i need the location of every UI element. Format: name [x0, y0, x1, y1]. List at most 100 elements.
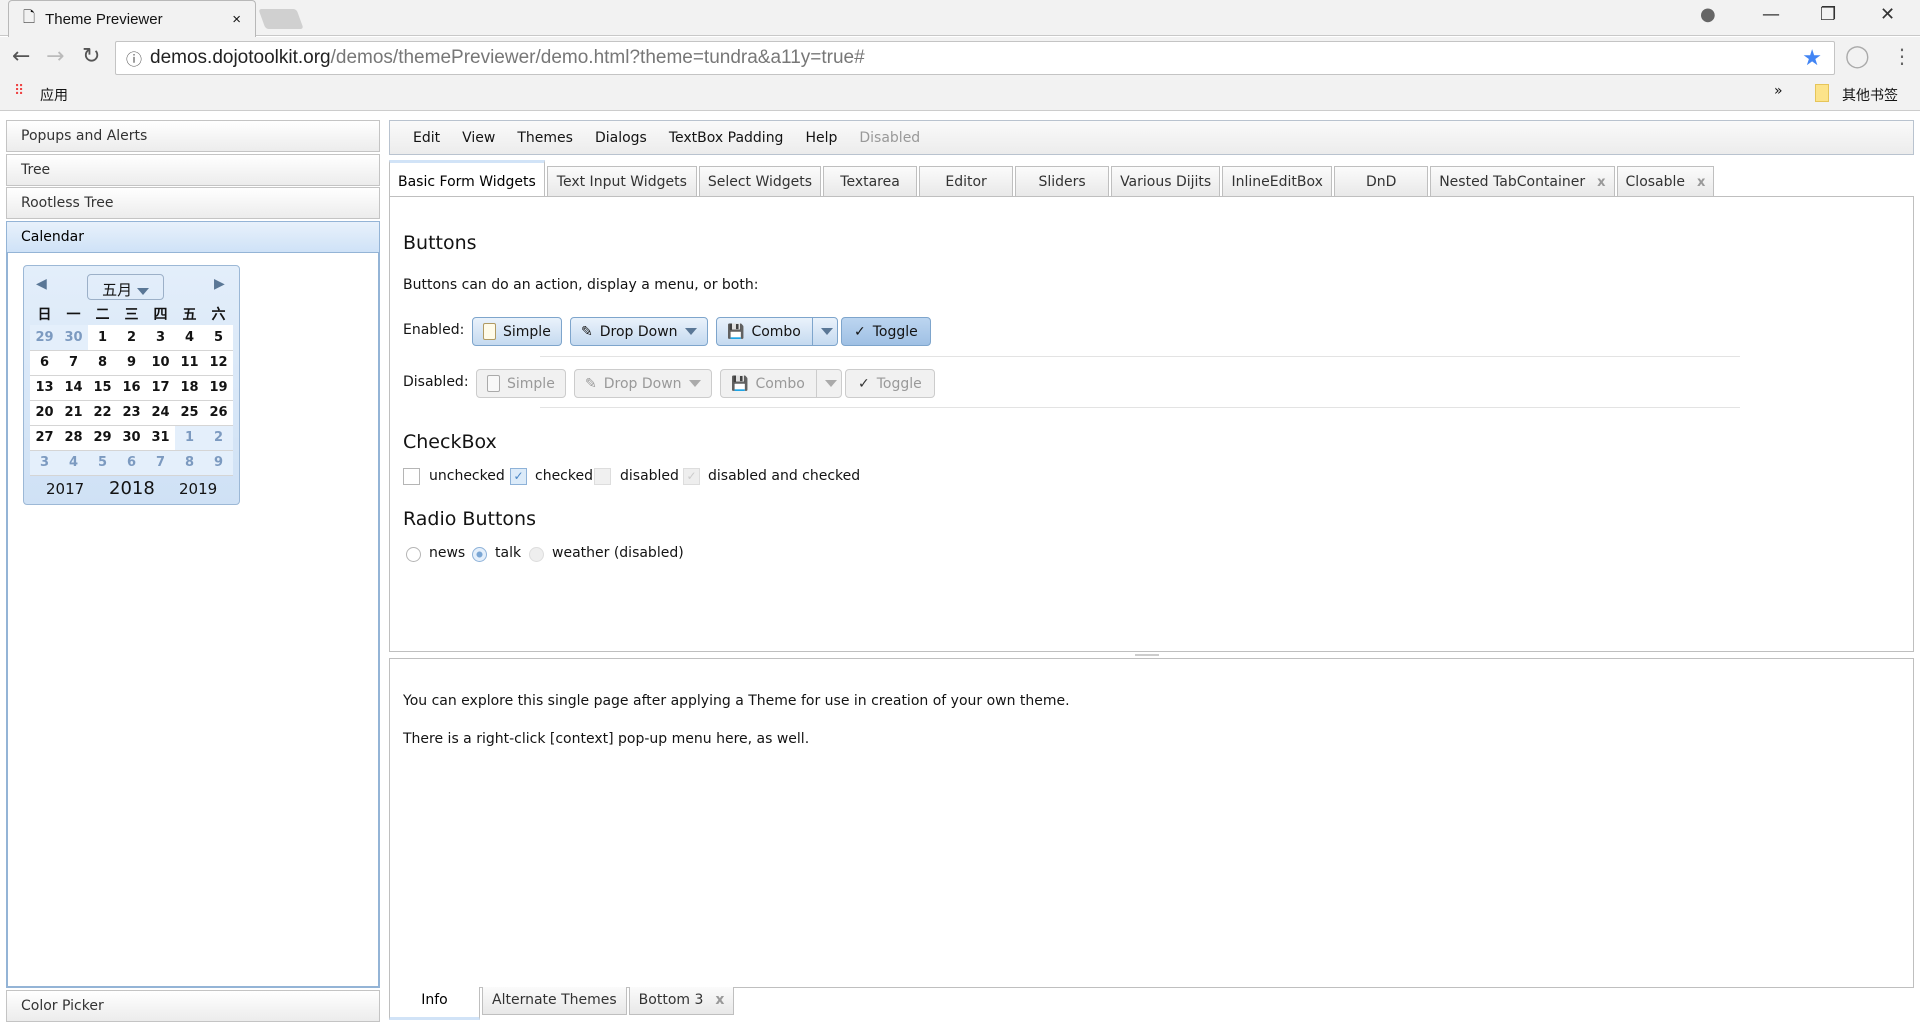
checked-checkbox[interactable]: ✓	[510, 468, 527, 485]
calendar-day[interactable]: 27	[30, 425, 59, 451]
calendar-day[interactable]: 15	[88, 375, 117, 401]
close-icon[interactable]: x	[1597, 175, 1605, 190]
prev-month-icon[interactable]: ◀	[36, 276, 47, 292]
news-radio[interactable]	[406, 547, 421, 562]
tab-textarea[interactable]: Textarea	[823, 166, 918, 197]
calendar-day[interactable]: 30	[117, 425, 146, 451]
restore-icon[interactable]: ❐	[1820, 4, 1836, 25]
calendar-day[interactable]: 9	[204, 450, 233, 476]
back-icon[interactable]: ←	[12, 44, 30, 69]
calendar-day[interactable]: 7	[146, 450, 175, 476]
apps-icon[interactable]: ⠿	[14, 83, 24, 99]
calendar-day[interactable]: 1	[175, 425, 204, 451]
calendar-day[interactable]: 3	[30, 450, 59, 476]
accordion-tree[interactable]: Tree	[6, 154, 380, 186]
accordion-calendar[interactable]: Calendar	[6, 221, 380, 253]
tab-editor[interactable]: Editor	[919, 166, 1014, 197]
accordion-rootless-tree[interactable]: Rootless Tree	[6, 187, 380, 219]
next-year[interactable]: 2019	[179, 480, 217, 498]
calendar-day[interactable]: 3	[146, 325, 175, 351]
menu-textbox-padding[interactable]: TextBox Padding	[658, 130, 795, 146]
profile-icon[interactable]: ●	[1700, 4, 1716, 25]
close-icon[interactable]: x	[715, 992, 724, 1008]
tab-sliders[interactable]: Sliders	[1015, 166, 1110, 197]
next-month-icon[interactable]: ▶	[214, 276, 225, 292]
calendar-day[interactable]: 7	[59, 350, 88, 376]
calendar-day[interactable]: 21	[59, 400, 88, 426]
calendar-day[interactable]: 22	[88, 400, 117, 426]
apps-link[interactable]: 应用	[40, 85, 68, 105]
menu-edit[interactable]: Edit	[402, 130, 451, 146]
tab-various-dijits[interactable]: Various Dijits	[1111, 166, 1221, 197]
calendar-day[interactable]: 11	[175, 350, 204, 376]
calendar-day[interactable]: 6	[117, 450, 146, 476]
calendar-day[interactable]: 12	[204, 350, 233, 376]
calendar-day[interactable]: 14	[59, 375, 88, 401]
calendar-day[interactable]: 8	[175, 450, 204, 476]
calendar-day[interactable]: 28	[59, 425, 88, 451]
calendar-day[interactable]: 13	[30, 375, 59, 401]
close-tab-icon[interactable]: ×	[232, 11, 241, 28]
more-bookmarks[interactable]: »	[1774, 83, 1783, 99]
bottom-tab-alternate-themes[interactable]: Alternate Themes	[482, 987, 627, 1015]
calendar-day[interactable]: 4	[175, 325, 204, 351]
extension-icon[interactable]: ◯	[1845, 44, 1870, 69]
forward-icon[interactable]: →	[46, 44, 64, 69]
calendar-day[interactable]: 20	[30, 400, 59, 426]
calendar-day[interactable]: 17	[146, 375, 175, 401]
calendar-day[interactable]: 6	[30, 350, 59, 376]
tab-basic-form-widgets[interactable]: Basic Form Widgets	[389, 160, 545, 197]
menu-dialogs[interactable]: Dialogs	[584, 130, 658, 146]
close-icon[interactable]: x	[1697, 175, 1705, 190]
bottom-tab-bottom-3[interactable]: Bottom 3 x	[628, 987, 735, 1015]
calendar-day[interactable]: 23	[117, 400, 146, 426]
simple-button[interactable]: Simple	[472, 317, 562, 346]
minimize-icon[interactable]: —	[1762, 4, 1780, 25]
calendar-day[interactable]: 2	[204, 425, 233, 451]
tab-nested-tabcontainer[interactable]: Nested TabContainer x	[1430, 166, 1615, 197]
calendar-day[interactable]: 30	[59, 325, 88, 351]
menu-themes[interactable]: Themes	[506, 130, 584, 146]
tab-inlineeditbox[interactable]: InlineEditBox	[1222, 166, 1333, 197]
calendar-day[interactable]: 26	[204, 400, 233, 426]
calendar-day[interactable]: 5	[88, 450, 117, 476]
accordion-popups[interactable]: Popups and Alerts	[6, 120, 380, 152]
close-window-icon[interactable]: ✕	[1880, 4, 1895, 25]
new-tab-button[interactable]	[258, 9, 304, 29]
calendar-day[interactable]: 29	[88, 425, 117, 451]
menu-icon[interactable]: ⋮	[1892, 44, 1912, 68]
calendar-day[interactable]: 16	[117, 375, 146, 401]
prev-year[interactable]: 2017	[46, 480, 84, 498]
unchecked-checkbox[interactable]	[403, 468, 420, 485]
info-icon[interactable]: ⓘ	[126, 46, 142, 70]
combo-arrow-button[interactable]	[811, 318, 833, 345]
browser-tab[interactable]: 🗋 Theme Previewer ×	[8, 0, 256, 37]
talk-radio[interactable]	[472, 547, 487, 562]
dropdown-button[interactable]: ✎ Drop Down	[570, 317, 708, 346]
calendar-day[interactable]: 31	[146, 425, 175, 451]
calendar-day[interactable]: 2	[117, 325, 146, 351]
tab-select-widgets[interactable]: Select Widgets	[698, 166, 822, 197]
month-dropdown[interactable]: 五月	[87, 274, 164, 300]
toggle-button[interactable]: ✓ Toggle	[841, 317, 931, 346]
calendar-day[interactable]: 19	[204, 375, 233, 401]
calendar-day[interactable]: 4	[59, 450, 88, 476]
combo-button[interactable]: 💾 Combo	[716, 317, 838, 346]
calendar-day[interactable]: 5	[204, 325, 233, 351]
address-bar[interactable]: ⓘ demos.dojotoolkit.org/demos/themePrevi…	[115, 41, 1835, 75]
calendar-day[interactable]: 9	[117, 350, 146, 376]
menu-view[interactable]: View	[451, 130, 506, 146]
accordion-color-picker[interactable]: Color Picker	[6, 990, 380, 1022]
calendar-day[interactable]: 18	[175, 375, 204, 401]
calendar-day[interactable]: 25	[175, 400, 204, 426]
tab-text-input-widgets[interactable]: Text Input Widgets	[546, 166, 697, 197]
calendar-day[interactable]: 10	[146, 350, 175, 376]
calendar-day[interactable]: 8	[88, 350, 117, 376]
reload-icon[interactable]: ↻	[82, 44, 100, 69]
menu-help[interactable]: Help	[794, 130, 848, 146]
bottom-tab-info[interactable]: Info	[389, 987, 480, 1020]
calendar-day[interactable]: 29	[30, 325, 59, 351]
calendar-day[interactable]: 24	[146, 400, 175, 426]
calendar-day[interactable]: 1	[88, 325, 117, 351]
tab-closable[interactable]: Closable x	[1616, 166, 1715, 197]
